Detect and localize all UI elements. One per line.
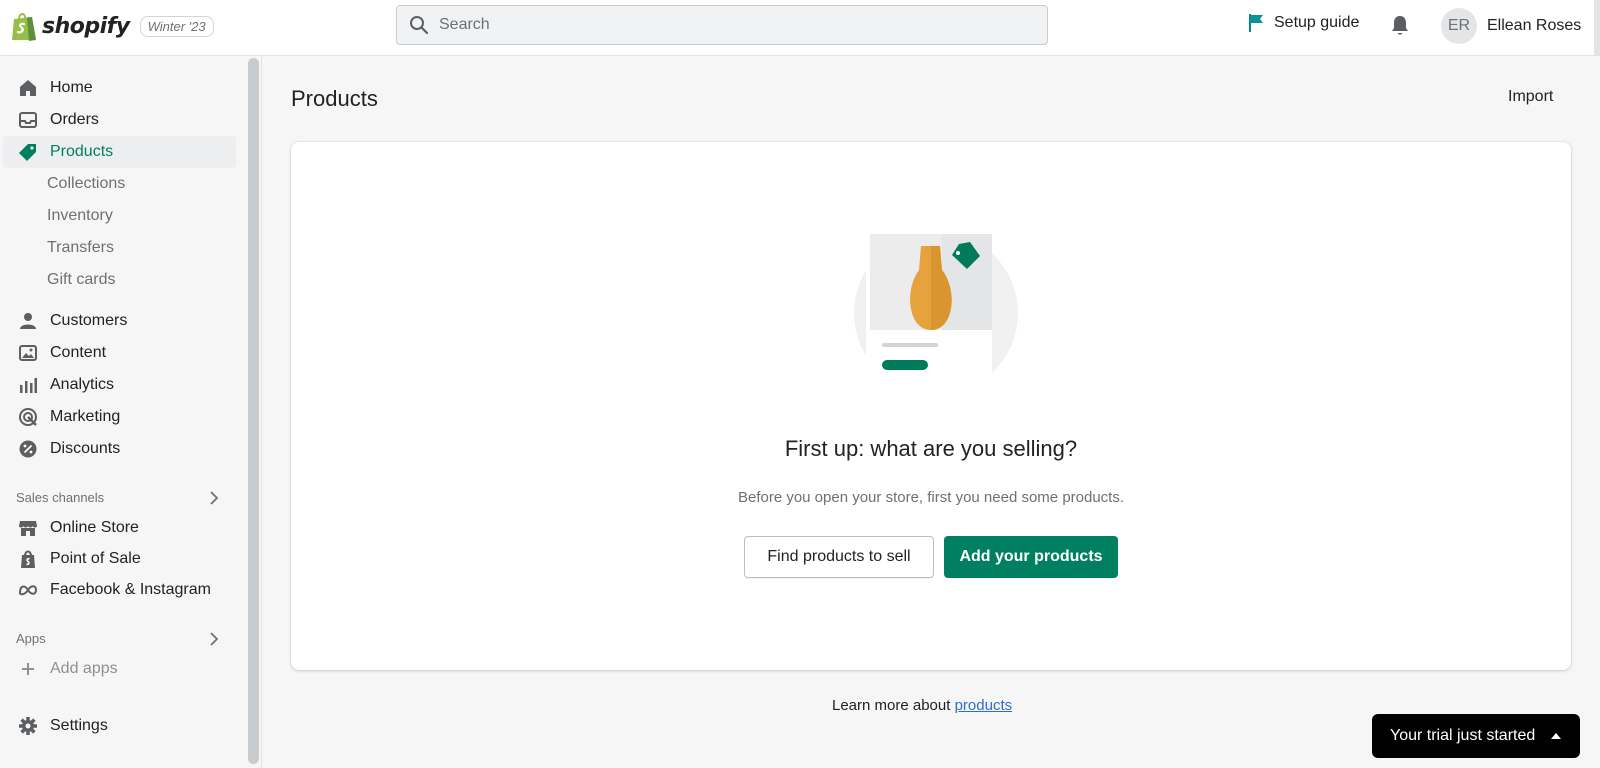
flag-icon [1249, 14, 1263, 32]
sidebar-item-label: Point of Sale [50, 550, 141, 567]
shopify-bag-icon [12, 13, 36, 41]
meta-icon [18, 585, 38, 596]
chevron-right-icon[interactable] [209, 632, 219, 646]
sidebar-item-orders[interactable]: Orders [3, 104, 236, 136]
sidebar-item-label: Discounts [50, 440, 121, 457]
sidebar-item-label: Facebook & Instagram [50, 581, 211, 598]
inbox-icon [19, 112, 37, 128]
top-bar: shopify Winter '23 Setup guide ER Ellean… [0, 0, 1600, 56]
shopify-logo[interactable]: shopify Winter '23 [10, 10, 214, 42]
sidebar-item-label: Customers [50, 312, 128, 329]
empty-state-card: First up: what are you selling? Before y… [291, 142, 1571, 670]
sidebar-item-label: Add apps [50, 660, 118, 677]
home-icon [20, 80, 36, 96]
sidebar-item-customers[interactable]: Customers [3, 305, 236, 337]
page-scrollbar[interactable] [1594, 0, 1600, 56]
add-products-button[interactable]: Add your products [944, 536, 1118, 578]
bar-chart-icon [20, 378, 37, 393]
setup-guide-button[interactable]: Setup guide [1248, 13, 1359, 33]
trial-banner-label: Your trial just started [1390, 727, 1536, 744]
edition-badge: Winter '23 [139, 15, 214, 37]
user-name: Ellean Roses [1487, 17, 1582, 34]
sidebar-item-add-apps[interactable]: Add apps [3, 653, 236, 685]
sidebar-item-facebook-instagram[interactable]: Facebook & Instagram [3, 574, 236, 606]
page-title: Products [291, 86, 378, 111]
store-icon [19, 521, 37, 536]
sales-channels-heading: Sales channels [16, 490, 105, 505]
sidebar-item-label: Content [50, 344, 107, 361]
sidebar-subitem-gift-cards[interactable]: Gift cards [47, 266, 115, 294]
learn-more-link[interactable]: products [955, 697, 1013, 714]
sidebar-item-analytics[interactable]: Analytics [3, 369, 236, 401]
sidebar-item-label: Home [50, 79, 93, 96]
sidebar-item-products[interactable]: Products [3, 136, 236, 168]
sidebar-subitem-transfers[interactable]: Transfers [47, 234, 114, 262]
gear-icon [19, 717, 37, 735]
apps-heading: Apps [16, 631, 46, 646]
empty-state-description: Before you open your store, first you ne… [737, 489, 1125, 506]
target-icon [19, 408, 37, 426]
find-products-button[interactable]: Find products to sell [744, 536, 934, 578]
sidebar-item-label: Analytics [50, 376, 115, 393]
empty-state-heading: First up: what are you selling? [784, 436, 1078, 461]
learn-more-text: Learn more about products [832, 697, 1012, 714]
sidebar-item-content[interactable]: Content [3, 337, 236, 369]
image-icon [19, 345, 37, 361]
learn-more-prefix: Learn more about [832, 697, 955, 714]
sidebar-item-label: Settings [50, 717, 108, 734]
search-bar[interactable] [396, 5, 1048, 45]
sidebar-item-label: Marketing [50, 408, 121, 425]
sidebar-item-discounts[interactable]: Discounts [3, 433, 236, 465]
caret-up-icon [1551, 733, 1562, 739]
brand-wordmark: shopify [42, 13, 130, 39]
discount-icon [19, 440, 37, 458]
setup-guide-label: Setup guide [1274, 14, 1360, 31]
search-input[interactable] [439, 16, 1019, 34]
sidebar-item-label: Products [50, 143, 114, 160]
chevron-right-icon[interactable] [209, 491, 219, 505]
search-icon [410, 16, 429, 35]
sidebar-subitem-collections[interactable]: Collections [47, 170, 125, 198]
sidebar-item-label: Online Store [50, 519, 139, 536]
sidebar-item-online-store[interactable]: Online Store [3, 512, 236, 544]
sidebar-item-settings[interactable]: Settings [3, 710, 236, 742]
pos-bag-icon [21, 550, 35, 568]
sidebar-item-home[interactable]: Home [3, 72, 236, 104]
import-button[interactable]: Import [1508, 88, 1553, 106]
plus-icon [22, 663, 34, 675]
sidebar-subitem-inventory[interactable]: Inventory [47, 202, 113, 230]
person-icon [20, 313, 36, 329]
avatar: ER [1441, 8, 1477, 44]
user-menu[interactable]: ER Ellean Roses [1441, 8, 1581, 44]
trial-banner[interactable]: Your trial just started [1372, 714, 1580, 758]
sidebar-scrollbar[interactable] [248, 58, 259, 764]
sidebar-item-point-of-sale[interactable]: Point of Sale [3, 543, 236, 575]
sidebar-item-label: Orders [50, 111, 99, 128]
product-illustration-icon [854, 230, 1018, 390]
notification-bell-icon[interactable] [1390, 14, 1410, 36]
sidebar-item-marketing[interactable]: Marketing [3, 401, 236, 433]
tag-icon [19, 144, 36, 161]
sidebar: Home Orders Products Collections Invento… [0, 56, 262, 768]
